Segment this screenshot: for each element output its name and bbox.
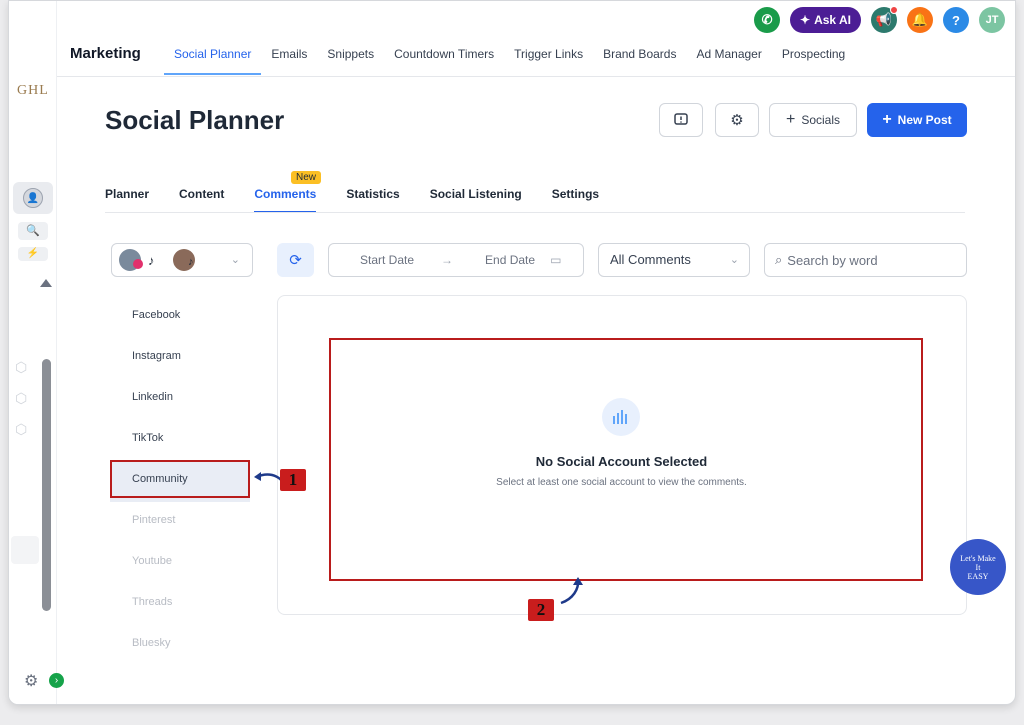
annotation-marker-2: 2: [528, 599, 554, 621]
tab-statistics[interactable]: Statistics: [346, 187, 399, 213]
new-badge: New: [291, 171, 322, 184]
account-switcher[interactable]: 👤: [13, 182, 53, 214]
tab-brand-boards[interactable]: Brand Boards: [593, 47, 686, 77]
gear-icon[interactable]: ⚙: [24, 671, 38, 691]
date-range-picker[interactable]: Start Date → End Date ▭: [328, 243, 584, 277]
ask-ai-label: Ask AI: [814, 13, 851, 27]
help-widget-line: It: [975, 562, 981, 572]
platform-youtube[interactable]: Youtube: [110, 543, 250, 584]
phone-icon[interactable]: ✆: [754, 7, 781, 33]
help-icon[interactable]: ?: [943, 7, 969, 33]
search-placeholder: Search by word: [787, 252, 878, 268]
arrow-right-icon: →: [441, 253, 454, 267]
platform-threads[interactable]: Threads: [110, 584, 250, 625]
search-icon[interactable]: 🔍: [18, 222, 48, 240]
brand-logo: GHL: [17, 83, 49, 98]
refresh-icon: ⟳: [289, 252, 302, 269]
bell-icon[interactable]: 🔔: [907, 7, 933, 33]
lightning-icon[interactable]: ⚡: [18, 247, 48, 261]
tab-comments[interactable]: Comments: [254, 187, 317, 213]
tab-prospecting[interactable]: Prospecting: [772, 47, 855, 77]
tabs-divider: [105, 212, 965, 213]
chevron-down-icon: ⌄: [729, 254, 739, 266]
sparkle-icon: ✦: [800, 13, 811, 27]
left-sidebar: GHL 👤 🔍 ⚡ ⬡ ⬡ ⬡ ⚙ ›: [9, 1, 64, 704]
tab-emails[interactable]: Emails: [261, 47, 317, 77]
section-title: Marketing: [70, 45, 141, 62]
refresh-button[interactable]: ⟳: [277, 243, 314, 277]
platform-bluesky[interactable]: Bluesky: [110, 625, 250, 666]
tab-snippets[interactable]: Snippets: [317, 47, 384, 77]
search-icon: ⌕: [775, 252, 783, 267]
platform-facebook[interactable]: Facebook: [110, 297, 250, 338]
platform-linkedin[interactable]: Linkedin: [110, 379, 250, 420]
page-title: Social Planner: [105, 105, 285, 135]
plus-icon: +: [882, 111, 892, 128]
sidebar-scrollbar[interactable]: [42, 359, 51, 611]
tab-social-planner[interactable]: Social Planner: [164, 47, 262, 77]
add-socials-button[interactable]: + Socials: [769, 103, 857, 137]
cube-icon[interactable]: ⬡: [15, 421, 31, 437]
instagram-icon: [133, 259, 143, 269]
cube-icon[interactable]: ⬡: [15, 390, 31, 406]
chevron-down-icon: ⌄: [230, 254, 240, 266]
platform-tiktok[interactable]: TikTok: [110, 420, 250, 461]
annotation-marker-1: 1: [280, 469, 306, 491]
user-icon: 👤: [23, 188, 43, 208]
platform-pinterest[interactable]: Pinterest: [110, 502, 250, 543]
help-widget-line: EASY: [967, 571, 989, 581]
new-post-label: New Post: [897, 113, 952, 127]
feedback-button[interactable]: [659, 103, 703, 137]
cube-icon[interactable]: ⬡: [15, 359, 31, 375]
tab-content[interactable]: Content: [179, 187, 224, 213]
calendar-icon: ▭: [550, 253, 562, 267]
comments-filter-value: All Comments: [610, 252, 691, 267]
end-date-field[interactable]: End Date: [485, 253, 535, 267]
tab-countdown-timers[interactable]: Countdown Timers: [384, 47, 504, 77]
megaphone-icon[interactable]: 📢: [871, 6, 898, 33]
ask-ai-button[interactable]: ✦ Ask AI: [790, 7, 861, 33]
header-actions: ✆ ✦ Ask AI 📢 🔔 ? JT: [754, 6, 1005, 33]
socials-label: Socials: [801, 113, 841, 127]
help-widget-text: Let's Make It EASY: [960, 554, 995, 581]
scroll-up-icon[interactable]: [40, 279, 52, 287]
account-selector[interactable]: ♪ ♪ ⌄: [111, 243, 253, 277]
tab-planner[interactable]: Planner: [105, 187, 149, 213]
search-input[interactable]: ⌕ Search by word: [764, 243, 967, 277]
tiktok-icon: ♪: [148, 253, 155, 268]
tab-trigger-links[interactable]: Trigger Links: [504, 47, 593, 77]
app-window: GHL 👤 🔍 ⚡ ⬡ ⬡ ⬡ ⚙ › Marketing Social Pla…: [8, 0, 1016, 705]
gear-icon: ⚙: [730, 112, 744, 129]
arrow-annotation-2: [560, 577, 583, 605]
content-subtabs: Planner Content Comments Statistics Soci…: [105, 187, 629, 213]
new-post-button[interactable]: + New Post: [867, 103, 967, 137]
comments-filter-select[interactable]: All Comments ⌄: [598, 243, 750, 277]
user-avatar[interactable]: JT: [979, 7, 1005, 33]
top-navigation: Marketing Social Planner Emails Snippets…: [57, 1, 1015, 77]
expand-sidebar-icon[interactable]: ›: [49, 673, 64, 688]
plus-icon: +: [785, 111, 796, 128]
highlight-box-community: [110, 460, 250, 498]
notification-dot: [890, 6, 898, 14]
tab-social-listening[interactable]: Social Listening: [430, 187, 522, 213]
tab-ad-manager[interactable]: Ad Manager: [686, 47, 771, 77]
module-tabs: Social Planner Emails Snippets Countdown…: [164, 47, 855, 77]
help-widget[interactable]: Let's Make It EASY: [950, 539, 1006, 595]
highlight-box-empty-state: [329, 338, 923, 581]
tiktok-icon: ♪: [188, 256, 194, 268]
settings-button[interactable]: ⚙: [715, 103, 759, 137]
feedback-icon: [674, 113, 688, 125]
help-widget-line: Let's Make: [960, 553, 996, 563]
tab-settings[interactable]: Settings: [552, 187, 599, 213]
platform-instagram[interactable]: Instagram: [110, 338, 250, 379]
sidebar-item[interactable]: [11, 536, 39, 564]
start-date-field[interactable]: Start Date: [360, 253, 414, 267]
